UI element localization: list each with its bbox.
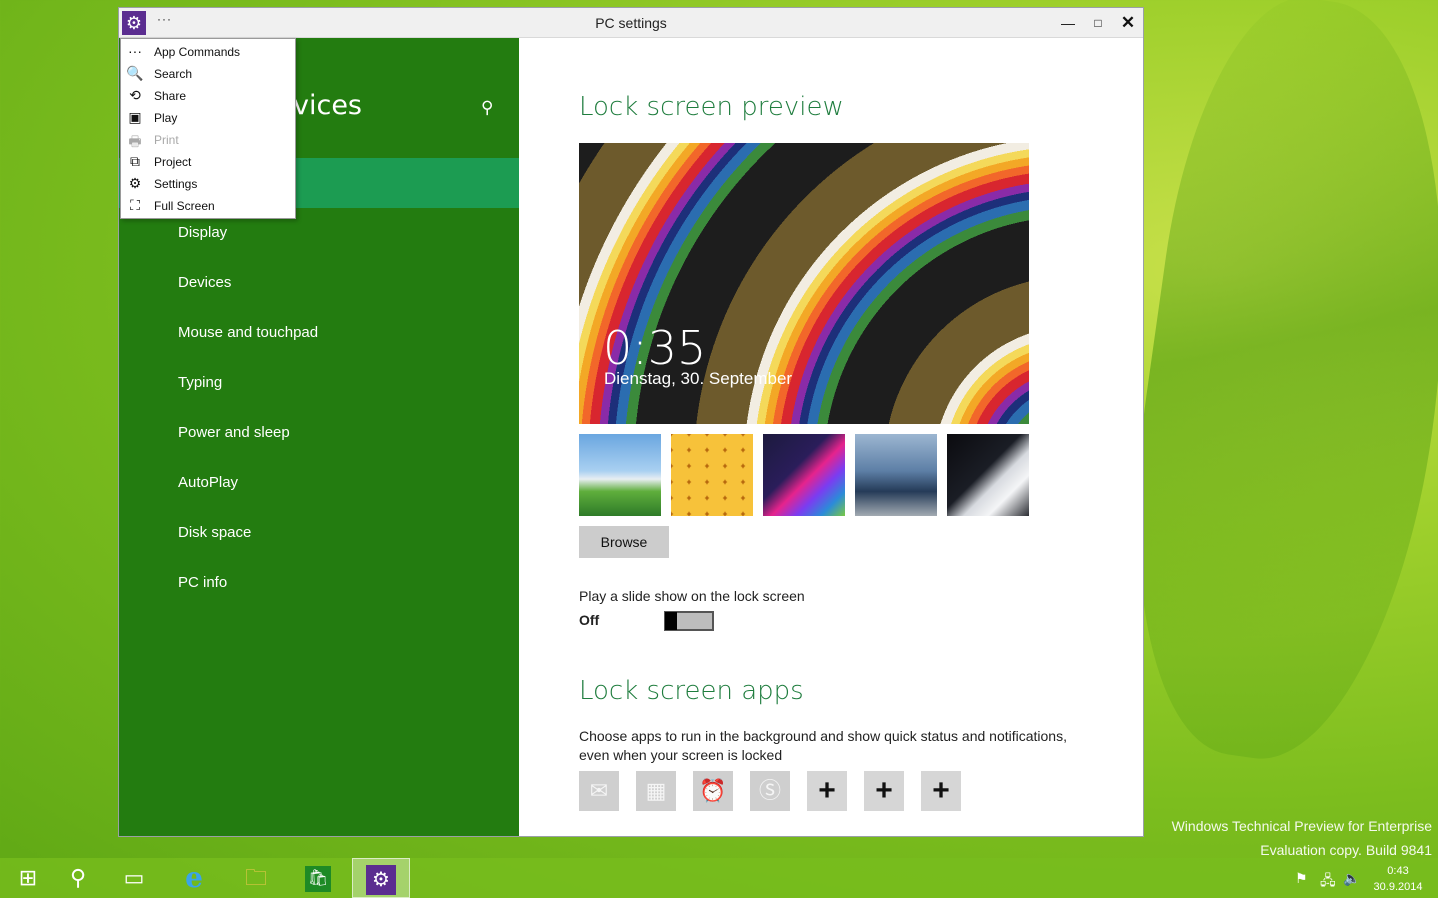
menu-item-project[interactable]: ⧉ Project [121, 151, 295, 173]
add-app-button-1[interactable]: + [807, 771, 847, 811]
mail-icon[interactable]: ✉ [579, 771, 619, 811]
alarm-icon[interactable]: ⏰ [693, 771, 733, 811]
task-view-icon: ▭ [123, 865, 145, 890]
nav-item-power-sleep[interactable]: Power and sleep [178, 424, 290, 441]
action-center-icon[interactable]: ⚑ [1295, 870, 1308, 887]
menu-item-share[interactable]: ⟲ Share [121, 85, 295, 107]
menu-label: Project [154, 155, 192, 169]
taskbar: ⊞ ⚲ ▭ e 🗀 🛍 ⚙ ⚑ 🖧 🔈 0:43 30.9.2014 [0, 858, 1438, 898]
windows-logo-icon: ⊞ [18, 865, 38, 890]
menu-item-print: 🖶 Print [121, 129, 295, 151]
gear-icon: ⚙ [366, 865, 396, 896]
store-icon: 🛍 [305, 866, 331, 893]
clock-date: 30.9.2014 [1373, 881, 1423, 893]
add-app-button-2[interactable]: + [864, 771, 904, 811]
apps-description-line-2: even when your screen is locked [579, 747, 783, 763]
nav-item-pc-info[interactable]: PC info [178, 574, 227, 591]
file-explorer-button[interactable]: 🗀 [228, 858, 284, 898]
menu-label: Settings [154, 177, 198, 191]
menu-item-app-commands[interactable]: ··· App Commands [121, 41, 295, 63]
menu-item-play[interactable]: ▣ Play [121, 107, 295, 129]
skype-icon[interactable]: Ⓢ [750, 771, 790, 811]
volume-icon[interactable]: 🔈 [1343, 870, 1360, 887]
maximize-button[interactable]: □ [1083, 10, 1113, 36]
menu-label: Print [154, 133, 179, 147]
calendar-icon[interactable]: ▦ [636, 771, 676, 811]
start-button[interactable]: ⊞ [0, 858, 56, 898]
fullscreen-icon: ⛶ [130, 197, 140, 213]
wallpaper-leaf [1098, 0, 1438, 777]
apps-description-line-1: Choose apps to run in the background and… [579, 728, 1067, 744]
share-icon: ⟲ [129, 87, 141, 103]
search-icon: ⚲ [69, 865, 87, 890]
lock-screen-preview-title: Lock screen preview [579, 92, 844, 122]
clock-time: 0:43 [1387, 865, 1409, 877]
search-icon: 🔍 [126, 65, 144, 81]
lock-screen-apps-title: Lock screen apps [579, 676, 804, 706]
title-bar[interactable]: ⚙ ··· PC settings — □ ✕ [119, 8, 1143, 38]
close-button[interactable]: ✕ [1113, 10, 1143, 36]
preview-time: 0:35 [603, 321, 707, 375]
project-icon: ⧉ [130, 153, 140, 169]
nav-item-devices[interactable]: Devices [178, 274, 231, 291]
lock-screen-preview-image: 0:35 Dienstag, 30. September [579, 143, 1029, 424]
network-icon[interactable]: 🖧 [1320, 870, 1336, 894]
settings-content: Lock screen preview 0:35 Dienstag, 30. S… [579, 38, 1143, 836]
toggle-knob [665, 612, 677, 630]
pc-settings-taskbar-button[interactable]: ⚙ [352, 858, 410, 898]
desktop-watermark: Windows Technical Preview for Enterprise… [1172, 814, 1432, 862]
window-title: PC settings [595, 15, 667, 31]
background-thumbnail-1[interactable] [579, 434, 661, 516]
menu-label: Play [154, 111, 178, 125]
menu-label: Search [154, 67, 193, 81]
menu-item-settings[interactable]: ⚙ Settings [121, 173, 295, 195]
menu-item-search[interactable]: 🔍 Search [121, 63, 295, 85]
minimize-button[interactable]: — [1053, 10, 1083, 36]
background-thumbnail-5[interactable] [947, 434, 1029, 516]
taskbar-search-button[interactable]: ⚲ [50, 858, 106, 898]
nav-item-typing[interactable]: Typing [178, 374, 222, 391]
ellipsis-icon: ··· [128, 43, 142, 59]
internet-explorer-button[interactable]: e [166, 858, 222, 898]
folder-icon: 🗀 [244, 865, 267, 890]
task-view-button[interactable]: ▭ [106, 858, 162, 898]
menu-item-full-screen[interactable]: ⛶ Full Screen [121, 195, 295, 217]
add-app-button-3[interactable]: + [921, 771, 961, 811]
search-icon[interactable]: ⚲ [481, 98, 493, 118]
preview-date: Dienstag, 30. September [604, 369, 793, 388]
menu-label: Full Screen [154, 199, 215, 213]
store-button[interactable]: 🛍 [290, 858, 346, 898]
nav-item-display[interactable]: Display [178, 224, 227, 241]
background-thumbnail-2[interactable] [671, 434, 753, 516]
nav-item-mouse-touchpad[interactable]: Mouse and touchpad [178, 324, 318, 341]
slideshow-state: Off [579, 612, 600, 628]
background-thumbnail-4[interactable] [855, 434, 937, 516]
gear-icon: ⚙ [128, 175, 142, 191]
background-thumbnail-3[interactable] [763, 434, 845, 516]
nav-item-disk-space[interactable]: Disk space [178, 524, 251, 541]
menu-label: App Commands [154, 45, 241, 59]
watermark-line-1: Windows Technical Preview for Enterprise [1171, 818, 1432, 834]
taskbar-clock[interactable]: 0:43 30.9.2014 [1362, 863, 1434, 895]
menu-label: Share [154, 89, 187, 103]
slideshow-toggle[interactable] [664, 611, 714, 631]
nav-item-autoplay[interactable]: AutoPlay [178, 474, 238, 491]
app-commands-menu: ··· App Commands 🔍 Search ⟲ Share ▣ Play… [120, 38, 296, 219]
play-icon: ▣ [128, 109, 142, 125]
browse-button[interactable]: Browse [579, 526, 669, 558]
section-header-text: vices [293, 90, 363, 121]
slideshow-label: Play a slide show on the lock screen [579, 588, 805, 604]
internet-explorer-icon: e [185, 861, 203, 894]
